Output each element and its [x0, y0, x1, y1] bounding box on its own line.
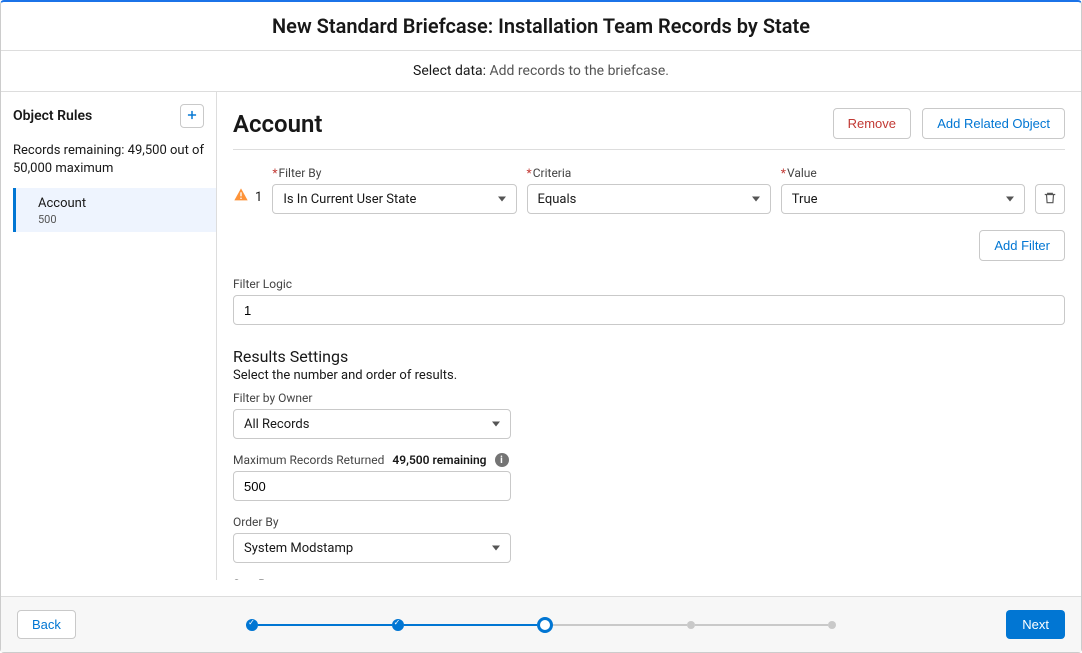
criteria-select[interactable]: Equals: [527, 184, 771, 214]
step-3-dot: [537, 617, 553, 633]
info-icon: i: [495, 453, 509, 467]
sidebar: Object Rules Records remaining: 49,500 o…: [1, 92, 217, 580]
object-title: Account: [233, 110, 323, 138]
value-label: *Value: [781, 166, 1025, 180]
subheader-lead: Select data:: [413, 63, 486, 79]
step-line: [258, 624, 392, 626]
modal-title: New Standard Briefcase: Installation Tea…: [1, 14, 1081, 38]
add-object-button[interactable]: [180, 104, 204, 128]
add-filter-button[interactable]: Add Filter: [979, 230, 1065, 261]
sidebar-item-count: 500: [38, 213, 204, 226]
results-settings-subtitle: Select the number and order of results.: [233, 368, 1065, 383]
warning-icon: [233, 187, 249, 207]
records-remaining: Records remaining: 49,500 out of 50,000 …: [13, 142, 216, 178]
max-records-input[interactable]: [233, 471, 511, 501]
order-by-select[interactable]: System Modstamp: [233, 533, 511, 563]
sort-by-label: Sort By: [233, 577, 1065, 580]
filter-by-owner-select[interactable]: All Records: [233, 409, 511, 439]
filter-number: 1: [255, 190, 262, 205]
sidebar-item-account[interactable]: Account 500: [13, 188, 216, 232]
back-button[interactable]: Back: [17, 610, 76, 639]
criteria-label: *Criteria: [527, 166, 771, 180]
step-line: [553, 624, 687, 626]
step-2-dot: [392, 619, 404, 631]
filter-by-label: *Filter By: [272, 166, 516, 180]
remove-button[interactable]: Remove: [833, 108, 911, 139]
modal-header: New Standard Briefcase: Installation Tea…: [1, 2, 1081, 51]
step-4-dot: [687, 621, 695, 629]
footer: Back Next: [1, 596, 1081, 652]
order-by-label: Order By: [233, 515, 1065, 529]
filter-by-owner-label: Filter by Owner: [233, 391, 1065, 405]
filter-logic-input[interactable]: [233, 295, 1065, 325]
subheader: Select data: Add records to the briefcas…: [1, 51, 1081, 92]
sidebar-title: Object Rules: [13, 108, 92, 124]
step-5-dot: [828, 621, 836, 629]
max-records-remaining: 49,500 remaining: [392, 453, 486, 467]
step-line: [404, 624, 538, 626]
value-select[interactable]: True: [781, 184, 1025, 214]
main-panel: Account Remove Add Related Object 1 *Fil…: [217, 92, 1081, 580]
delete-filter-button[interactable]: [1035, 184, 1065, 214]
plus-icon: [185, 108, 199, 125]
sidebar-item-label: Account: [38, 196, 204, 211]
max-records-label: Maximum Records Returned: [233, 453, 384, 467]
filter-by-select[interactable]: Is In Current User State: [272, 184, 516, 214]
step-1-dot: [246, 619, 258, 631]
filter-logic-label: Filter Logic: [233, 277, 1065, 291]
results-settings-title: Results Settings: [233, 347, 1065, 366]
trash-icon: [1043, 191, 1057, 208]
filter-row: 1 *Filter By Is In Current User State *C…: [233, 166, 1065, 214]
subheader-desc: Add records to the briefcase.: [490, 63, 669, 79]
add-related-object-button[interactable]: Add Related Object: [922, 108, 1065, 139]
progress-indicator: [96, 617, 986, 633]
next-button[interactable]: Next: [1006, 610, 1065, 639]
step-line: [695, 624, 829, 626]
